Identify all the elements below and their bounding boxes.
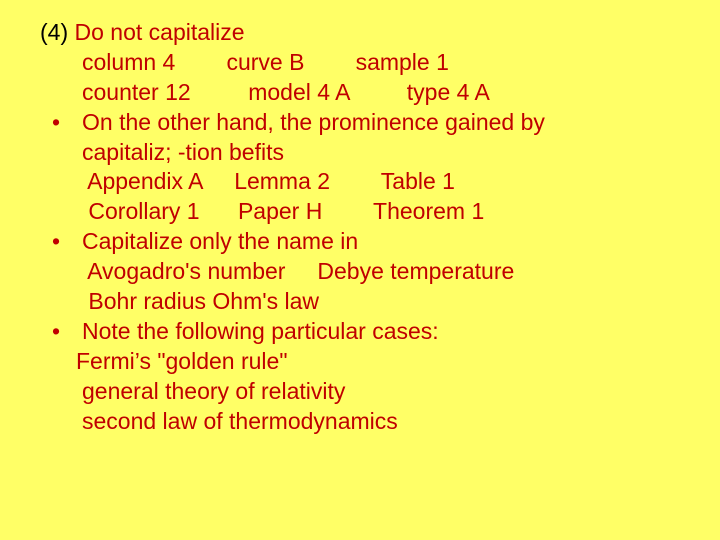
examples1-row1: column 4 curve B sample 1 bbox=[40, 48, 680, 78]
bullet3-line1: Note the following particular cases: bbox=[82, 317, 680, 347]
bullet-2: • Capitalize only the name in bbox=[40, 227, 680, 257]
bullet-dot-icon: • bbox=[40, 108, 82, 138]
bullet-3-body: Note the following particular cases: bbox=[82, 317, 680, 347]
bullet1-line2: capitaliz; -tion befits bbox=[82, 138, 680, 168]
ex1-f: type 4 A bbox=[407, 79, 490, 105]
ex1-a: column 4 bbox=[82, 49, 175, 75]
bullet1-ex-row1: Appendix A Lemma 2 Table 1 bbox=[40, 167, 680, 197]
bullet1-line1: On the other hand, the prominence gained… bbox=[82, 108, 680, 138]
bullet-dot-icon: • bbox=[40, 317, 82, 347]
bullet3-ex3: second law of thermodynamics bbox=[40, 407, 680, 437]
bullet-dot-icon: • bbox=[40, 227, 82, 257]
examples1-row2: counter 12 model 4 A type 4 A bbox=[40, 78, 680, 108]
b2-b: Debye temperature bbox=[317, 258, 514, 284]
bullet2-ex-row1: Avogadro's number Debye temperature bbox=[40, 257, 680, 287]
bullet3-ex2: general theory of relativity bbox=[40, 377, 680, 407]
b1-e: Paper H bbox=[238, 198, 322, 224]
bullet-1-body: On the other hand, the prominence gained… bbox=[82, 108, 680, 168]
bullet2-ex-row2: Bohr radius Ohm's law bbox=[40, 287, 680, 317]
slide-content: (4) Do not capitalize column 4 curve B s… bbox=[0, 0, 720, 436]
bullet2-line1: Capitalize only the name in bbox=[82, 227, 680, 257]
b2-c: Bohr radius Ohm's law bbox=[88, 288, 319, 314]
bullet3-ex1: Fermi’s "golden rule" bbox=[40, 347, 680, 377]
bullet1-ex-row2: Corollary 1 Paper H Theorem 1 bbox=[40, 197, 680, 227]
b1-d: Corollary 1 bbox=[88, 198, 199, 224]
bullet-2-body: Capitalize only the name in bbox=[82, 227, 680, 257]
ex1-d: counter 12 bbox=[82, 79, 191, 105]
b1-a: Appendix A bbox=[87, 168, 202, 194]
bullet-3: • Note the following particular cases: bbox=[40, 317, 680, 347]
b1-f: Theorem 1 bbox=[373, 198, 484, 224]
ex1-e: model 4 A bbox=[248, 79, 349, 105]
ex1-c: sample 1 bbox=[356, 49, 449, 75]
b2-a: Avogadro's number bbox=[87, 258, 285, 284]
b1-b: Lemma 2 bbox=[234, 168, 330, 194]
b1-c: Table 1 bbox=[381, 168, 455, 194]
ex1-b: curve B bbox=[226, 49, 304, 75]
heading-text: Do not capitalize bbox=[75, 19, 245, 45]
heading-line: (4) Do not capitalize bbox=[40, 18, 680, 48]
heading-marker: (4) bbox=[40, 19, 75, 45]
bullet-1: • On the other hand, the prominence gain… bbox=[40, 108, 680, 168]
